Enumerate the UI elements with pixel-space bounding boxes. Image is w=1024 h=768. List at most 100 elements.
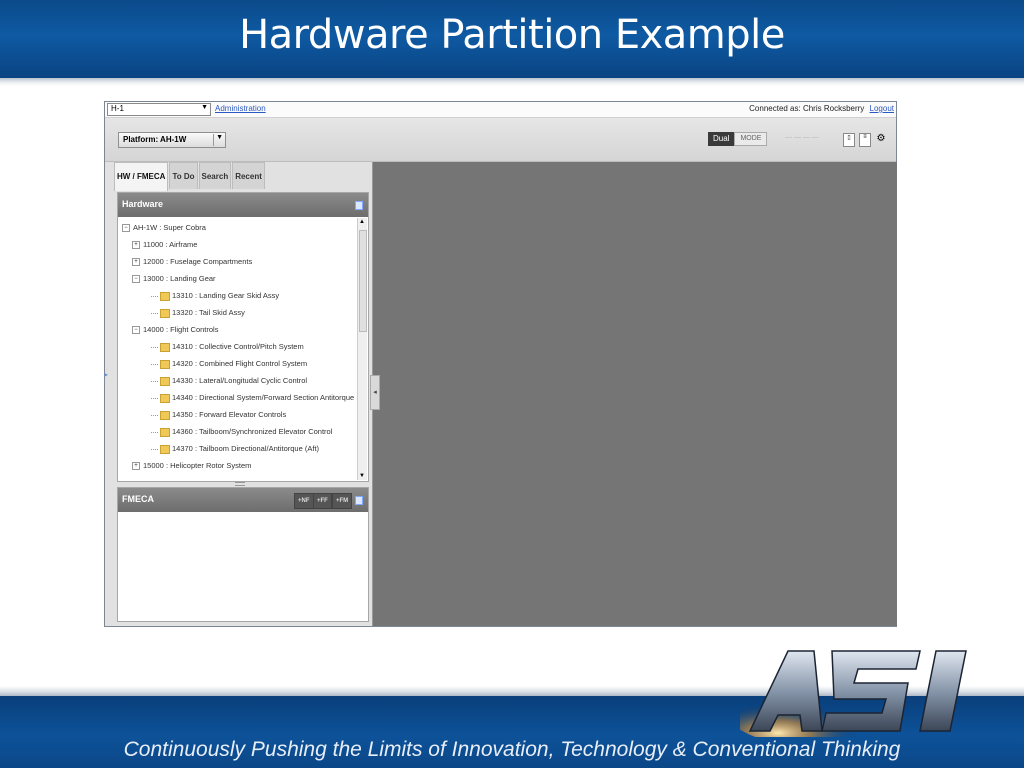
tab-recent[interactable]: Recent (232, 162, 265, 189)
left-pane: HW / FMECA To Do Search Recent Hardware … (105, 162, 372, 626)
folder-icon (160, 308, 170, 318)
tab-to-do[interactable]: To Do (169, 162, 198, 189)
hardware-panel-title: Hardware (122, 199, 164, 209)
expand-icon[interactable]: + (132, 462, 140, 471)
tree-connector (151, 312, 158, 314)
hardware-panel: Hardware − AH-1W : Super Cobra +11000 : Ai… (117, 192, 369, 482)
tree-item-label: 14000 : Flight Controls (143, 325, 219, 334)
hardware-tree: − AH-1W : Super Cobra +11000 : Airframe +12… (118, 218, 356, 480)
tree-branch-item[interactable]: +11000 : Airframe (132, 240, 197, 252)
tree-leaf-item[interactable]: 14330 : Lateral/Longitudal Cyclic Contro… (151, 376, 307, 388)
collapse-icon[interactable]: − (132, 275, 140, 284)
app-toolbar: Platform: AH-1W ▼ Dual MODE — — — — ▯ ≡ … (105, 118, 896, 162)
tree-item-label: 14350 : Forward Elevator Controls (172, 410, 287, 419)
tree-item-label: 15000 : Helicopter Rotor System (143, 461, 252, 470)
tree-leaf-item[interactable]: 14310 : Collective Control/Pitch System (151, 342, 304, 354)
tree-branch-item[interactable]: −14000 : Flight Controls (132, 325, 218, 337)
logo-letter-i (919, 650, 967, 732)
mode-toggle[interactable]: Dual MODE (708, 132, 768, 146)
tree-leaf-item[interactable]: 13320 : Tail Skid Assy (151, 308, 245, 320)
tools-icon[interactable]: ⚙ (876, 133, 886, 145)
tree-branch-item[interactable]: +15000 : Helicopter Rotor System (132, 461, 251, 473)
tree-leaf-item[interactable]: 14350 : Forward Elevator Controls (151, 410, 286, 422)
tree-connector (151, 414, 158, 416)
hierarchy-select-value: H-1 (111, 104, 124, 113)
scroll-up-icon[interactable]: ▲ (359, 219, 365, 225)
logout-link[interactable]: Logout (870, 104, 894, 113)
collapse-left-pane-handle[interactable]: ◂ (370, 375, 380, 410)
tree-item-label: 13320 : Tail Skid Assy (172, 308, 245, 317)
panel-splitter[interactable] (235, 482, 245, 486)
logo-letter-s (821, 650, 921, 732)
mode-button[interactable]: MODE (734, 132, 768, 146)
app-screenshot: H-1 ▼ Administration Connected as: Chris… (104, 101, 897, 627)
tree-item-label: 14330 : Lateral/Longitudal Cyclic Contro… (172, 376, 308, 385)
tree-item-label: 13000 : Landing Gear (143, 274, 216, 283)
folder-icon (160, 342, 170, 352)
connected-user: Connected as: Chris Rocksberry Logout (749, 104, 894, 113)
tab-hw-fmeca[interactable]: HW / FMECA (114, 162, 169, 191)
tree-item-label: AH-1W : Super Cobra (133, 223, 206, 232)
tree-leaf-item[interactable]: 14340 : Directional System/Forward Secti… (151, 393, 354, 405)
add-ff-button[interactable]: +FF (313, 493, 332, 509)
faint-toolbar-text: — — — — (785, 134, 819, 141)
tree-connector (151, 380, 158, 382)
tree-connector (151, 346, 158, 348)
tree-leaf-item[interactable]: 14360 : Tailboom/Synchronized Elevator C… (151, 427, 332, 439)
tree-item-label: 14340 : Directional System/Forward Secti… (172, 393, 355, 402)
folder-icon (160, 427, 170, 437)
tab-search[interactable]: Search (198, 162, 232, 189)
administration-link[interactable]: Administration (215, 104, 266, 113)
tree-connector (151, 448, 158, 450)
slide-title: Hardware Partition Example (239, 12, 785, 58)
tree-item-label: 14360 : Tailboom/Synchronized Elevator C… (172, 427, 333, 436)
connected-label: Connected as: Chris Rocksberry (749, 104, 865, 113)
tree-branch-item[interactable]: −13000 : Landing Gear (132, 274, 216, 286)
tree-item-label: 14310 : Collective Control/Pitch System (172, 342, 304, 351)
hierarchy-select[interactable]: H-1 ▼ (107, 103, 211, 116)
add-nf-button[interactable]: +NF (294, 493, 314, 509)
tree-leaf-item[interactable]: 14370 : Tailboom Directional/Antitorque … (151, 444, 319, 456)
asi-logo (740, 650, 967, 737)
expand-icon[interactable]: + (132, 241, 140, 250)
folder-icon (160, 291, 170, 301)
folder-icon (160, 410, 170, 420)
tree-item-label: 11000 : Airframe (143, 240, 198, 249)
tree-branch-item[interactable]: − AH-1W : Super Cobra (122, 223, 206, 235)
tree-leaf-item[interactable]: 13310 : Landing Gear Skid Assy (151, 291, 279, 303)
panel-toggle-icon[interactable] (355, 496, 363, 505)
list-icon[interactable]: ≡ (859, 133, 871, 147)
folder-icon (160, 393, 170, 403)
hardware-panel-header: Hardware (118, 193, 368, 217)
collapse-icon[interactable]: − (122, 224, 130, 233)
folder-icon (160, 376, 170, 386)
fmeca-panel-title: FMECA (122, 494, 154, 504)
collapse-icon[interactable]: − (132, 326, 140, 335)
document-icon[interactable]: ▯ (843, 133, 855, 147)
tree-item-label: 13310 : Landing Gear Skid Assy (172, 291, 280, 300)
expand-arrow-icon[interactable]: ▸ (104, 370, 108, 379)
expand-icon[interactable]: + (132, 258, 140, 267)
mode-dual-button[interactable]: Dual (708, 132, 735, 146)
left-tabs: HW / FMECA To Do Search Recent (114, 162, 266, 191)
platform-select-value: Platform: AH-1W (123, 135, 187, 144)
tree-branch-item[interactable]: +12000 : Fuselage Compartments (132, 257, 252, 269)
panel-toggle-icon[interactable] (355, 201, 363, 210)
scrollbar-thumb[interactable] (359, 230, 367, 332)
tree-connector (151, 363, 158, 365)
chevron-down-icon: ▼ (201, 104, 208, 111)
tree-item-label: 14320 : Combined Flight Control System (172, 359, 308, 368)
tree-scrollbar[interactable]: ▲ ▼ (357, 218, 367, 480)
platform-select[interactable]: Platform: AH-1W ▼ (118, 132, 226, 148)
chevron-down-icon: ▼ (213, 134, 223, 146)
tree-connector (151, 397, 158, 399)
scroll-down-icon[interactable]: ▼ (359, 473, 365, 479)
tree-connector (151, 295, 158, 297)
fmeca-panel-header: FMECA +NF +FF +FM (118, 488, 368, 512)
add-fm-button[interactable]: +FM (332, 493, 353, 509)
slide-header-stripe (0, 78, 1024, 86)
slide-tagline: Continuously Pushing the Limits of Innov… (123, 738, 901, 761)
tree-item-label: 14370 : Tailboom Directional/Antitorque … (172, 444, 320, 453)
main-content-area (372, 162, 897, 626)
tree-leaf-item[interactable]: 14320 : Combined Flight Control System (151, 359, 307, 371)
